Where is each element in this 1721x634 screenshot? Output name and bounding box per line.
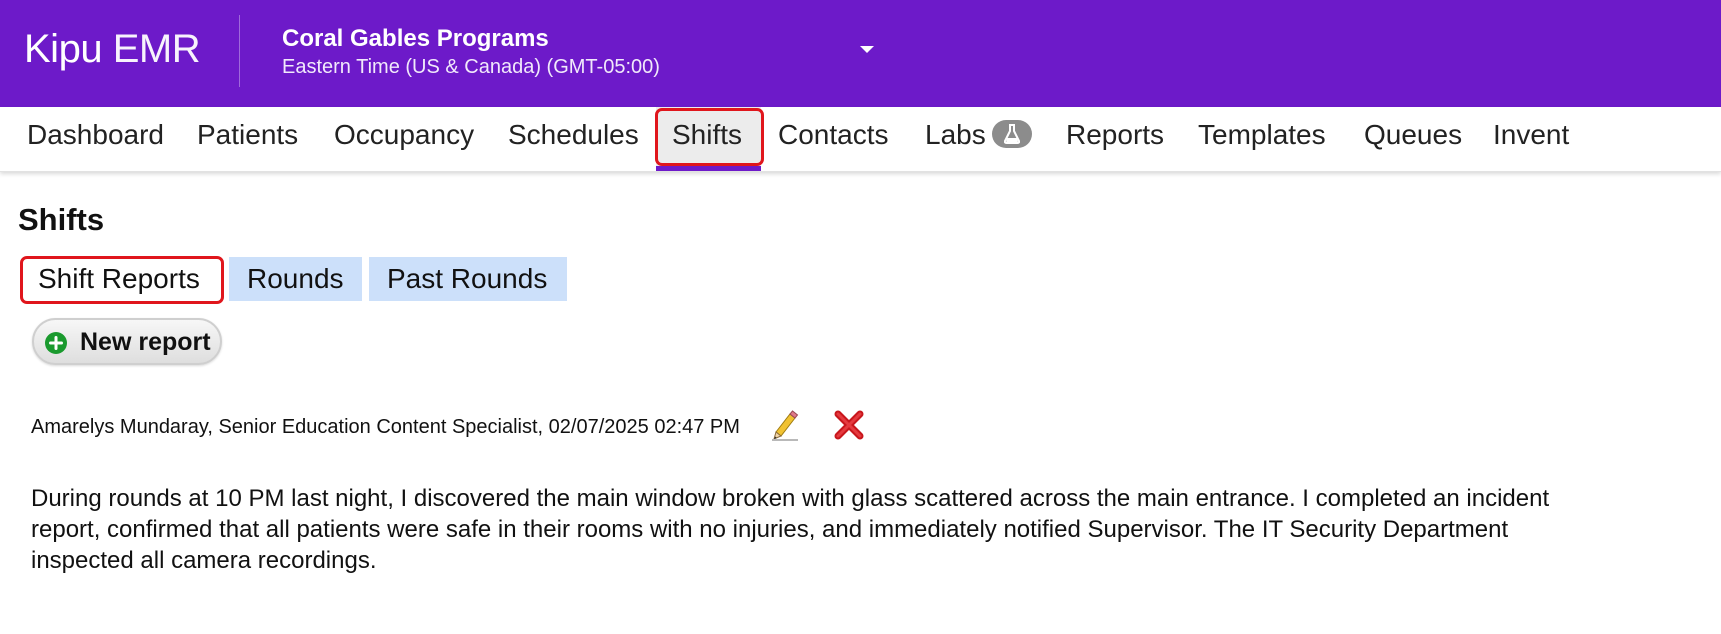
nav-item-label: Patients [197, 119, 299, 150]
nav-item-label: Reports [1066, 119, 1165, 150]
nav-item-inventory[interactable]: Invent [1477, 107, 1585, 171]
nav-item-patients[interactable]: Patients [181, 107, 314, 171]
new-report-button[interactable]: New report [32, 318, 222, 365]
red-x-icon[interactable] [833, 409, 865, 441]
main-nav: Dashboard Patients Occupancy Schedules S… [0, 107, 1721, 172]
nav-item-contacts[interactable]: Contacts [762, 107, 905, 171]
program-name: Coral Gables Programs [282, 25, 549, 52]
nav-item-label: Dashboard [27, 119, 164, 150]
nav-item-queues[interactable]: Queues [1348, 107, 1478, 171]
logo-product: EMR [112, 27, 201, 71]
report-author-meta: Amarelys Mundaray, Senior Education Cont… [31, 416, 740, 438]
nav-item-labs[interactable]: Labs [909, 107, 1032, 171]
tab-label: Shift Reports [38, 263, 200, 294]
flask-icon [991, 119, 1032, 148]
header-divider [239, 15, 240, 87]
pencil-icon[interactable] [770, 408, 800, 442]
nav-item-label: Shifts [672, 119, 743, 150]
top-header-bar: Kipu EMR Coral Gables Programs Eastern T… [0, 0, 1721, 107]
nav-item-label: Occupancy [334, 119, 475, 150]
nav-item-label: Queues [1364, 119, 1463, 150]
program-timezone: Eastern Time (US & Canada) (GMT-05:00) [282, 56, 660, 78]
tab-label: Past Rounds [387, 263, 548, 294]
plus-circle-icon [45, 332, 67, 354]
tab-rounds[interactable]: Rounds [229, 257, 362, 301]
new-report-label: New report [80, 328, 211, 356]
nav-item-reports[interactable]: Reports [1050, 107, 1180, 171]
tab-past-rounds[interactable]: Past Rounds [369, 257, 567, 301]
nav-item-schedules[interactable]: Schedules [492, 107, 655, 171]
kipu-emr-logo[interactable]: Kipu EMR [24, 26, 201, 72]
page-title: Shifts [18, 202, 105, 237]
nav-item-templates[interactable]: Templates [1182, 107, 1342, 171]
nav-item-label: Invent [1493, 119, 1570, 150]
nav-item-shifts[interactable]: Shifts [656, 107, 761, 171]
active-tab-underline [656, 166, 761, 171]
program-selector[interactable]: Coral Gables Programs Eastern Time (US &… [282, 24, 882, 84]
nav-item-dashboard[interactable]: Dashboard [11, 107, 180, 171]
tab-label: Rounds [247, 263, 344, 294]
logo-brand: Kipu [24, 27, 103, 71]
nav-item-label: Schedules [508, 119, 639, 150]
tab-shift-reports[interactable]: Shift Reports [20, 257, 223, 301]
nav-item-occupancy[interactable]: Occupancy [318, 107, 490, 171]
report-body-text: During rounds at 10 PM last night, I dis… [31, 485, 1550, 574]
nav-item-label: Contacts [778, 119, 889, 150]
chevron-down-icon[interactable] [860, 46, 874, 53]
nav-item-label: Templates [1198, 119, 1326, 150]
nav-item-label: Labs [925, 119, 986, 150]
